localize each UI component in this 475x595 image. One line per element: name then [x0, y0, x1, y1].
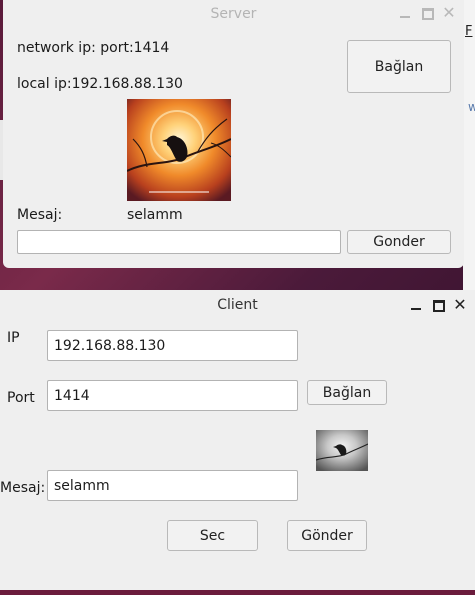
message-field[interactable]: selamm — [47, 470, 298, 501]
message-label: Mesaj: — [0, 480, 46, 496]
select-button[interactable]: Sec — [167, 520, 258, 551]
server-titlebar[interactable]: Server ✕ — [3, 0, 464, 28]
connect-button[interactable]: Bağlan — [307, 380, 387, 405]
ip-field[interactable]: 192.168.88.130 — [47, 330, 298, 361]
minimize-icon[interactable] — [409, 298, 423, 312]
message-label: Mesaj: — [17, 207, 63, 223]
send-button[interactable]: Gönder — [287, 520, 367, 551]
close-icon[interactable]: ✕ — [453, 297, 467, 313]
image-preview — [127, 99, 231, 201]
maximize-icon[interactable] — [431, 298, 445, 312]
window-controls: ✕ — [398, 5, 456, 21]
port-field[interactable]: 1414 — [47, 380, 298, 411]
received-message: selamm — [127, 207, 183, 223]
connect-button[interactable]: Bağlan — [347, 40, 451, 93]
window-title: Client — [217, 297, 258, 313]
client-titlebar[interactable]: Client ✕ — [0, 290, 475, 320]
background-window-edge — [463, 0, 475, 290]
background-window-text: F — [465, 24, 473, 39]
background-window-text: w — [468, 100, 475, 114]
ip-label: IP — [7, 330, 20, 346]
window-controls: ✕ — [409, 297, 467, 313]
close-icon[interactable]: ✕ — [442, 5, 456, 21]
local-ip-label: local ip:192.168.88.130 — [17, 76, 183, 92]
minimize-icon[interactable] — [398, 6, 412, 20]
send-button[interactable]: Gonder — [347, 230, 451, 254]
server-window: Server ✕ network ip: port:1414 local ip:… — [3, 0, 464, 268]
maximize-icon[interactable] — [420, 6, 434, 20]
message-input[interactable] — [17, 230, 341, 254]
taskbar-edge — [0, 590, 475, 595]
crow-image — [127, 99, 231, 201]
window-title: Server — [210, 6, 257, 22]
client-window: Client ✕ IP 192.168.88.130 Port 1414 Bağ… — [0, 290, 475, 590]
crow-image-grayscale — [316, 430, 368, 471]
network-ip-label: network ip: port:1414 — [17, 40, 170, 56]
port-label: Port — [7, 390, 35, 406]
image-thumbnail — [316, 430, 368, 471]
